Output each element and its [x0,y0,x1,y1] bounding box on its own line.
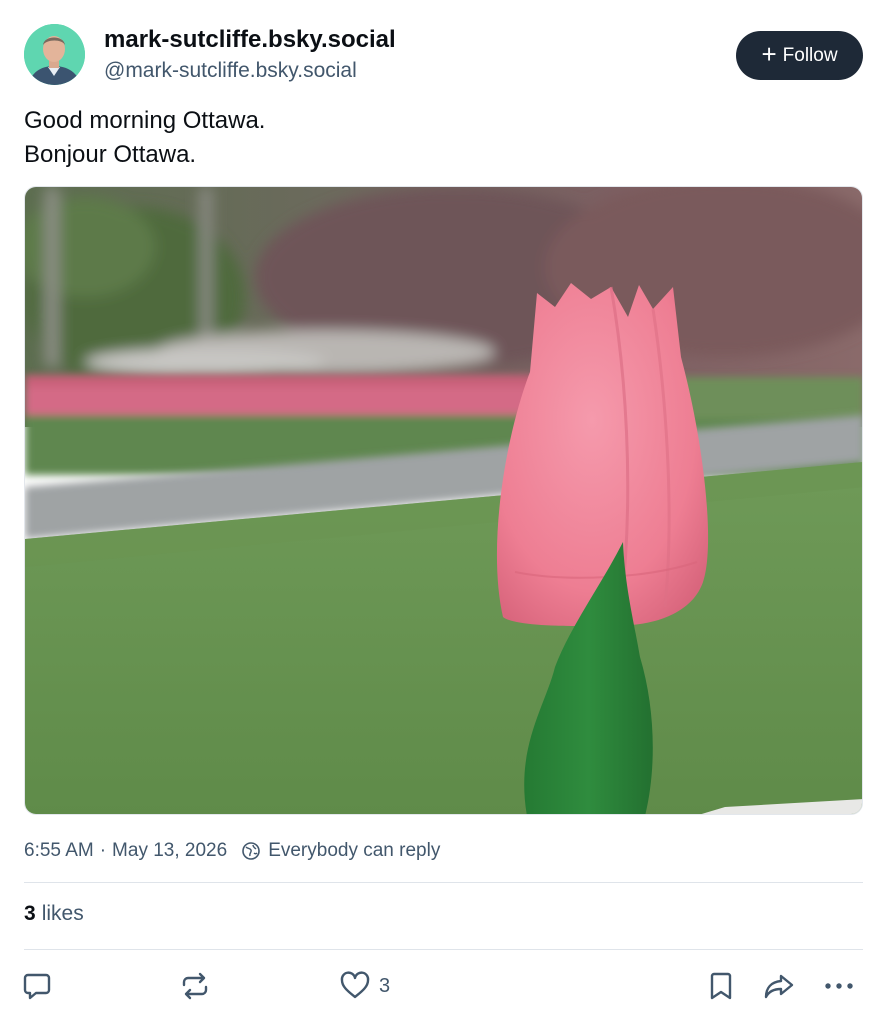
reply-icon [22,970,52,1002]
divider [24,949,863,950]
likes-count: 3 [24,902,36,925]
author-display-name[interactable]: mark-sutcliffe.bsky.social [104,26,396,54]
repost-button[interactable] [180,970,210,1002]
plus-icon: + [761,39,777,69]
share-icon [762,970,796,1002]
divider [24,882,863,883]
follow-button[interactable]: + Follow [736,31,863,80]
follow-label: Follow [782,44,838,66]
post-text: Good morning Ottawa. Bonjour Ottawa. [24,104,265,172]
globe-icon [241,841,261,861]
like-button[interactable]: 3 [339,970,390,1002]
meta-separator: · [99,840,107,861]
more-icon [823,970,855,1002]
author-handle[interactable]: @mark-sutcliffe.bsky.social [104,59,357,83]
heart-icon [339,970,371,1002]
likes-stat[interactable]: 3 likes [24,902,84,926]
post-time[interactable]: 6:55 AM [24,840,94,862]
reply-setting[interactable]: Everybody can reply [268,840,440,862]
like-count: 3 [379,974,391,997]
reply-button[interactable] [22,970,52,1002]
more-button[interactable] [823,970,855,1002]
bookmark-button[interactable] [707,970,735,1002]
post-date[interactable]: May 13, 2026 [112,840,227,862]
avatar[interactable] [24,24,85,85]
share-button[interactable] [762,970,796,1002]
post-line: Bonjour Ottawa. [24,141,197,168]
post-line: Good morning Ottawa. [24,107,266,134]
bookmark-icon [707,970,735,1002]
repost-icon [180,970,210,1002]
likes-label: likes [41,902,84,925]
post-image[interactable] [24,186,863,815]
post-meta: 6:55 AM · May 13, 2026 Everybody can rep… [24,840,440,862]
